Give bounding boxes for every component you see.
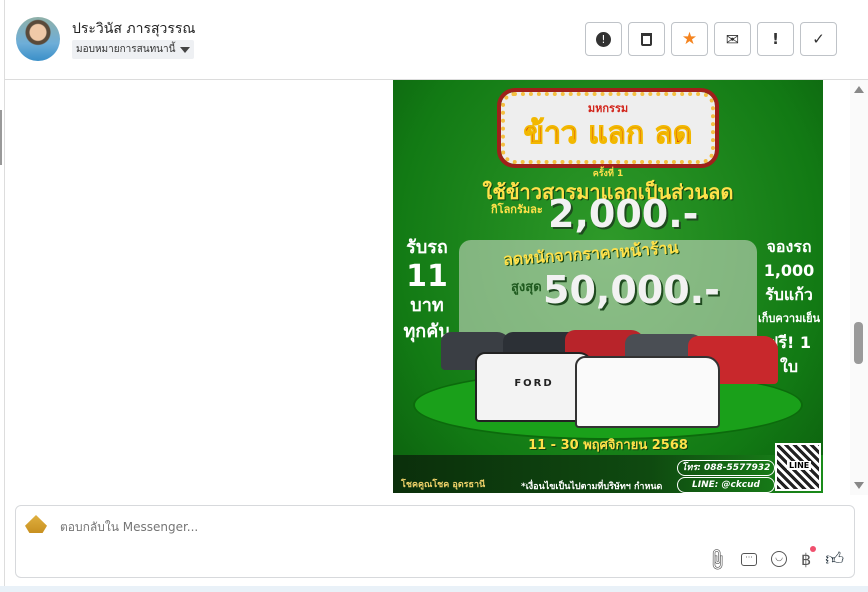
star-icon: ★ [681,29,698,49]
price-per-kg: 2,000.- [548,192,699,236]
smiley-icon[interactable]: ◡ [771,551,787,567]
line-pill: LINE: @ckcud [677,477,775,493]
paperclip-icon[interactable]: 📎︎ [703,545,731,573]
shop-name: โชคคูณโชค อุดรธานี [401,480,486,490]
baht-payment-icon[interactable]: ฿ [801,545,817,569]
car-image [575,356,720,428]
scrollbar-thumb[interactable] [854,322,863,364]
per-kg-label: กิโลกรัมละ [491,203,543,216]
avatar[interactable] [16,17,60,61]
right-offer-line: รับแก้ว [765,285,813,304]
qr-code: LINE [775,443,821,491]
event-title: ข้าว แลก ลด [523,116,693,151]
chevron-down-icon [180,46,191,53]
event-small-text: มหกรรม [587,102,629,115]
envelope-icon: ✉ [725,29,740,49]
promo-dates: 11 - 30 พฤศจิกายน 2568 [528,438,688,453]
message-scrollbar[interactable] [850,80,868,495]
contact-name[interactable]: ประวินัส ภารสุวรรณ [72,18,195,40]
check-icon: ✓ [812,30,825,48]
thumbs-up-icon[interactable]: 👍︎ [825,548,844,570]
important-button[interactable]: ! [757,22,794,56]
composer-tools: 📎︎ ··· ◡ ฿ 👍︎ [703,545,844,573]
assign-conversation-dropdown[interactable]: มอบหมายการสนทนานี้ [72,40,195,59]
left-scroll-indicator [0,110,2,165]
left-offer-line: รับรถ [406,237,448,258]
speech-bubble-icon[interactable]: ··· [741,552,757,566]
assign-label: มอบหมายการสนทนานี้ [76,44,176,55]
page-logo [25,515,47,533]
ford-badge: FORD [514,378,554,389]
done-button[interactable]: ✓ [800,22,837,56]
right-offer-line: 1,000 [763,261,815,280]
trash-icon [641,32,652,46]
max-discount: 50,000.- [543,268,720,312]
right-offer-line: จองรถ [766,237,812,256]
left-offer: รับรถ 11 บาท ทุกคัน [397,235,457,345]
left-offer-line: บาท [410,295,444,316]
scroll-down-arrow[interactable] [854,482,864,489]
delete-button[interactable] [628,22,665,56]
star-button[interactable]: ★ [671,22,708,56]
message-image-promo-poster[interactable]: มหกรรม ข้าว แลก ลด ครั้งที่ 1 ใช้ข้าวสาร… [393,80,823,493]
mark-unread-button[interactable]: ✉ [714,22,751,56]
conversation-header: ประวินัส ภารสุวรรณ มอบหมายการสนทนานี้ ! … [5,0,868,80]
max-label: สูงสุด [511,280,542,295]
alert-circle-icon: ! [596,31,611,47]
phone-pill: โทร: 088-5577932 [677,460,775,476]
reply-composer: 📎︎ ··· ◡ ฿ 👍︎ [15,505,855,578]
left-offer-line: 11 [406,259,448,294]
notification-dot [810,545,817,552]
scroll-up-arrow[interactable] [854,86,864,93]
conditions: *เงื่อนไขเป็นไปตามที่บริษัทฯ กำหนด [521,482,663,492]
spam-button[interactable]: ! [585,22,622,56]
action-toolbar: ! ★ ✉ ! ✓ [585,22,837,56]
reply-input[interactable] [60,520,560,534]
qr-label: LINE [787,461,812,470]
event-marquee: มหกรรม ข้าว แลก ลด [497,88,719,168]
footer-strip [0,586,868,592]
right-offer-line: เก็บความเย็น [757,312,821,325]
exclamation-icon: ! [772,30,779,48]
